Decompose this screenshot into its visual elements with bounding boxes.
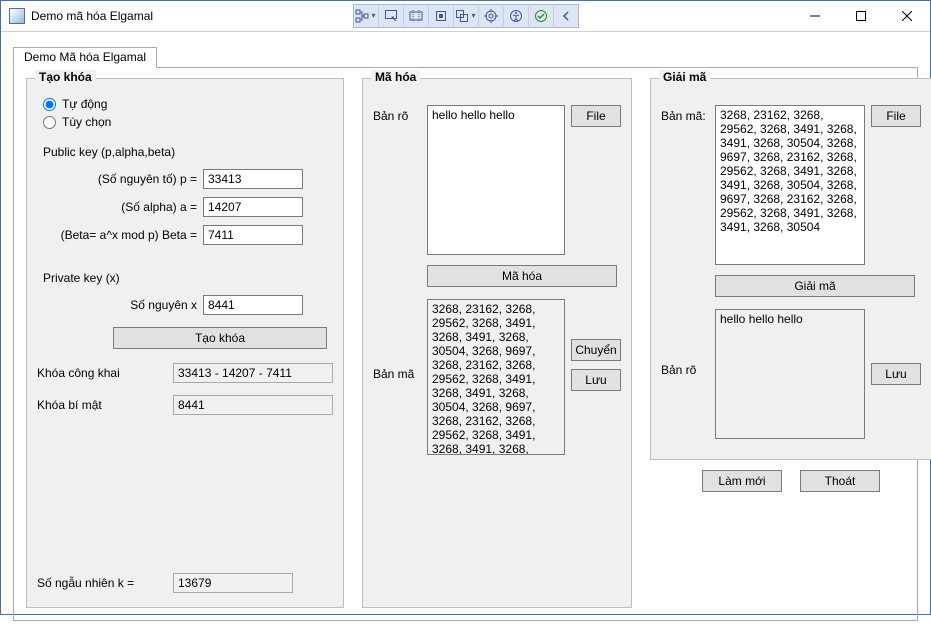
refresh-button[interactable]: Làm mới [702, 470, 782, 492]
p-label: (Số nguyên tố) p = [37, 172, 203, 186]
window-title: Demo mã hóa Elgamal [31, 9, 153, 23]
dec-cipher-label: Bản mã: [661, 105, 715, 123]
app-icon [9, 8, 25, 24]
exit-button[interactable]: Thoát [800, 470, 880, 492]
k-field [173, 573, 293, 593]
tab-demo-elgamal[interactable]: Demo Mã hóa Elgamal [13, 47, 157, 68]
close-button[interactable] [884, 1, 930, 31]
group-decrypt: Giải mã Bản mã: File Giải mã Bản rõ [650, 78, 931, 460]
radio-auto-label: Tự động [62, 97, 107, 111]
private-out-label: Khóa bí mật [37, 398, 173, 412]
private-key-header: Private key (x) [43, 271, 333, 285]
decrypt-button[interactable]: Giải mã [715, 275, 915, 297]
group-decrypt-title: Giải mã [659, 70, 710, 84]
hot-reload-icon[interactable]: ▾ [454, 6, 479, 26]
enc-cipher-label: Bản mã [373, 299, 427, 381]
live-visual-tree-icon[interactable]: ▾ [354, 6, 379, 26]
public-key-header: Public key (p,alpha,beta) [43, 145, 333, 159]
minimize-button[interactable] [792, 1, 838, 31]
tab-page: Tạo khóa Tự động Tùy chọn Public key (p,… [13, 67, 918, 621]
accessibility-icon[interactable] [504, 6, 529, 26]
debug-toolbar: ▾ ▾ [353, 4, 579, 28]
tab-control: Demo Mã hóa Elgamal Tạo khóa Tự động Tùy… [13, 46, 918, 621]
select-element-icon[interactable] [379, 6, 404, 26]
track-focus-icon[interactable] [429, 6, 454, 26]
enc-file-button[interactable]: File [571, 105, 621, 127]
beta-label: (Beta= a^x mod p) Beta = [37, 228, 203, 242]
maximize-button[interactable] [838, 1, 884, 31]
public-out-label: Khóa công khai [37, 366, 173, 380]
group-encrypt: Mã hóa Bản rõ File Mã hóa Bản mã Chuy [362, 78, 632, 608]
public-out-field [173, 363, 333, 383]
enc-save-button[interactable]: Lưu [571, 369, 621, 391]
beta-input[interactable] [203, 225, 303, 245]
private-out-field [173, 395, 333, 415]
transfer-button[interactable]: Chuyển [571, 339, 621, 361]
a-input[interactable] [203, 197, 303, 217]
group-keygen-title: Tạo khóa [35, 70, 96, 84]
footer-buttons: Làm mới Thoát [650, 470, 931, 492]
enc-plaintext-field[interactable] [427, 105, 565, 255]
dec-cipher-field[interactable] [715, 105, 865, 265]
dec-save-button[interactable]: Lưu [871, 363, 921, 385]
a-label: (Số alpha) a = [37, 200, 203, 214]
app-window: Demo mã hóa Elgamal ▾ ▾ [0, 0, 931, 615]
client-area: Demo Mã hóa Elgamal Tạo khóa Tự động Tùy… [1, 32, 930, 633]
display-layout-icon[interactable] [404, 6, 429, 26]
scan-icon[interactable] [479, 6, 504, 26]
decrypt-column: Giải mã Bản mã: File Giải mã Bản rõ [650, 78, 931, 608]
enc-cipher-field [427, 299, 565, 455]
titlebar: Demo mã hóa Elgamal ▾ ▾ [1, 1, 930, 32]
generate-key-button[interactable]: Tạo khóa [113, 327, 327, 349]
radio-auto[interactable] [43, 98, 56, 111]
enc-plaintext-label: Bản rõ [373, 105, 427, 123]
dec-plaintext-label: Bản rõ [661, 309, 715, 377]
radio-custom-label: Tùy chọn [62, 115, 111, 129]
x-input[interactable] [203, 295, 303, 315]
window-controls [792, 1, 930, 31]
radio-custom[interactable] [43, 116, 56, 129]
p-input[interactable] [203, 169, 303, 189]
group-keygen: Tạo khóa Tự động Tùy chọn Public key (p,… [26, 78, 344, 608]
x-label: Số nguyên x [37, 298, 203, 312]
dec-file-button[interactable]: File [871, 105, 921, 127]
encrypt-button[interactable]: Mã hóa [427, 265, 617, 287]
group-encrypt-title: Mã hóa [371, 70, 420, 84]
check-icon[interactable] [529, 6, 554, 26]
collapse-icon[interactable] [554, 6, 578, 26]
dec-plaintext-field [715, 309, 865, 439]
k-label: Số ngẫu nhiên k = [37, 576, 173, 590]
